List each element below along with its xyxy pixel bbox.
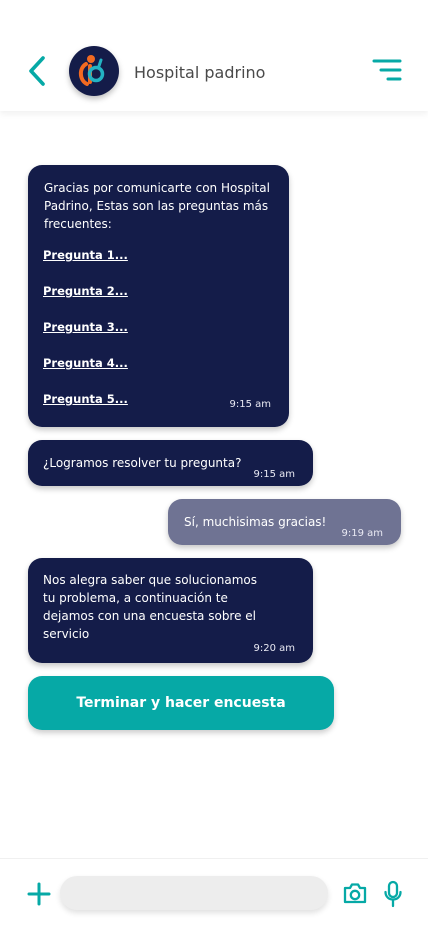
hospital-avatar[interactable] — [69, 46, 119, 96]
microphone-icon — [384, 880, 402, 908]
faq-question-link[interactable]: Pregunta 4... — [43, 354, 128, 372]
faq-intro-text: Gracias por comunicarte con Hospital Pad… — [44, 181, 270, 231]
faq-question-link[interactable]: Pregunta 2... — [43, 282, 128, 300]
hospital-logo-icon — [78, 55, 105, 86]
menu-button[interactable] — [372, 58, 402, 82]
plus-icon — [27, 882, 51, 906]
chevron-left-icon — [29, 56, 45, 86]
message-text: Sí, muchisimas gracias! — [184, 515, 327, 529]
filter-menu-icon — [372, 59, 402, 81]
message-timestamp: 9:15 am — [253, 469, 295, 480]
bot-message-faq: Gracias por comunicarte con Hospital Pad… — [28, 165, 289, 427]
message-timestamp: 9:20 am — [253, 643, 295, 654]
message-text: Nos alegra saber que solucionamos tu pro… — [43, 573, 257, 641]
faq-question-link[interactable]: Pregunta 5... — [43, 390, 128, 408]
attach-button[interactable] — [27, 882, 51, 906]
faq-question-link[interactable]: Pregunta 1... — [43, 246, 128, 264]
bot-message-survey: Nos alegra saber que solucionamos tu pro… — [28, 558, 313, 663]
camera-icon — [343, 883, 367, 904]
message-timestamp: 9:19 am — [341, 528, 383, 539]
message-timestamp: 9:15 am — [229, 399, 271, 410]
faq-question-link[interactable]: Pregunta 3... — [43, 318, 128, 336]
message-text: ¿Logramos resolver tu pregunta? — [43, 456, 242, 470]
chat-title: Hospital padrino — [134, 63, 266, 82]
message-composer — [0, 858, 428, 926]
camera-button[interactable] — [342, 881, 368, 905]
microphone-button[interactable] — [383, 880, 403, 908]
bot-message-resolved: ¿Logramos resolver tu pregunta? 9:15 am — [28, 440, 313, 486]
chat-header: Hospital padrino — [0, 0, 428, 111]
message-input[interactable] — [60, 876, 328, 910]
finish-and-survey-button[interactable]: Terminar y hacer encuesta — [28, 676, 334, 730]
back-button[interactable] — [24, 54, 50, 88]
user-message: Sí, muchisimas gracias! 9:19 am — [168, 499, 401, 545]
